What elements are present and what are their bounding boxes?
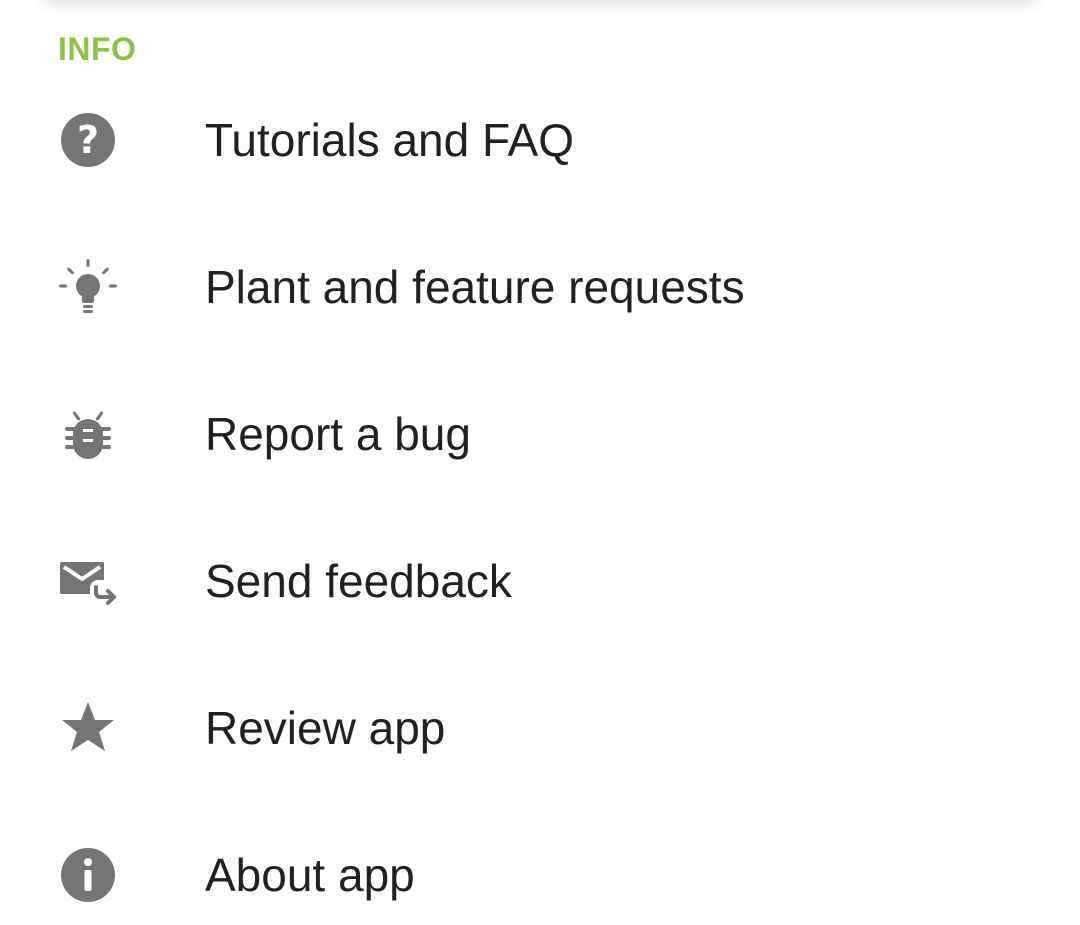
menu-item-about-app[interactable]: About app	[0, 801, 1080, 925]
help-circle-icon: ?	[56, 108, 120, 172]
menu-item-label: Report a bug	[205, 407, 471, 460]
bug-icon	[56, 402, 120, 466]
menu-item-tutorials-faq[interactable]: ? Tutorials and FAQ	[0, 66, 1080, 213]
menu-item-report-bug[interactable]: Report a bug	[0, 360, 1080, 507]
menu-item-label: Review app	[205, 701, 446, 754]
info-menu-list: ? Tutorials and FAQ Plant and feature re…	[0, 66, 1080, 925]
star-icon	[56, 696, 120, 760]
svg-text:?: ?	[77, 118, 99, 162]
menu-item-label: Send feedback	[205, 554, 512, 607]
menu-item-plant-feature-requests[interactable]: Plant and feature requests	[0, 213, 1080, 360]
menu-item-review-app[interactable]: Review app	[0, 654, 1080, 801]
email-send-icon	[56, 549, 120, 613]
menu-item-label: Plant and feature requests	[205, 260, 745, 313]
menu-item-label: Tutorials and FAQ	[205, 113, 575, 166]
menu-item-label: About app	[205, 848, 415, 901]
menu-item-send-feedback[interactable]: Send feedback	[0, 507, 1080, 654]
info-icon	[56, 843, 120, 907]
lightbulb-icon	[56, 255, 120, 319]
info-screen: INFO ? Tutorials and FAQ Plant and featu…	[0, 0, 1080, 925]
section-header-info: INFO	[58, 31, 137, 67]
